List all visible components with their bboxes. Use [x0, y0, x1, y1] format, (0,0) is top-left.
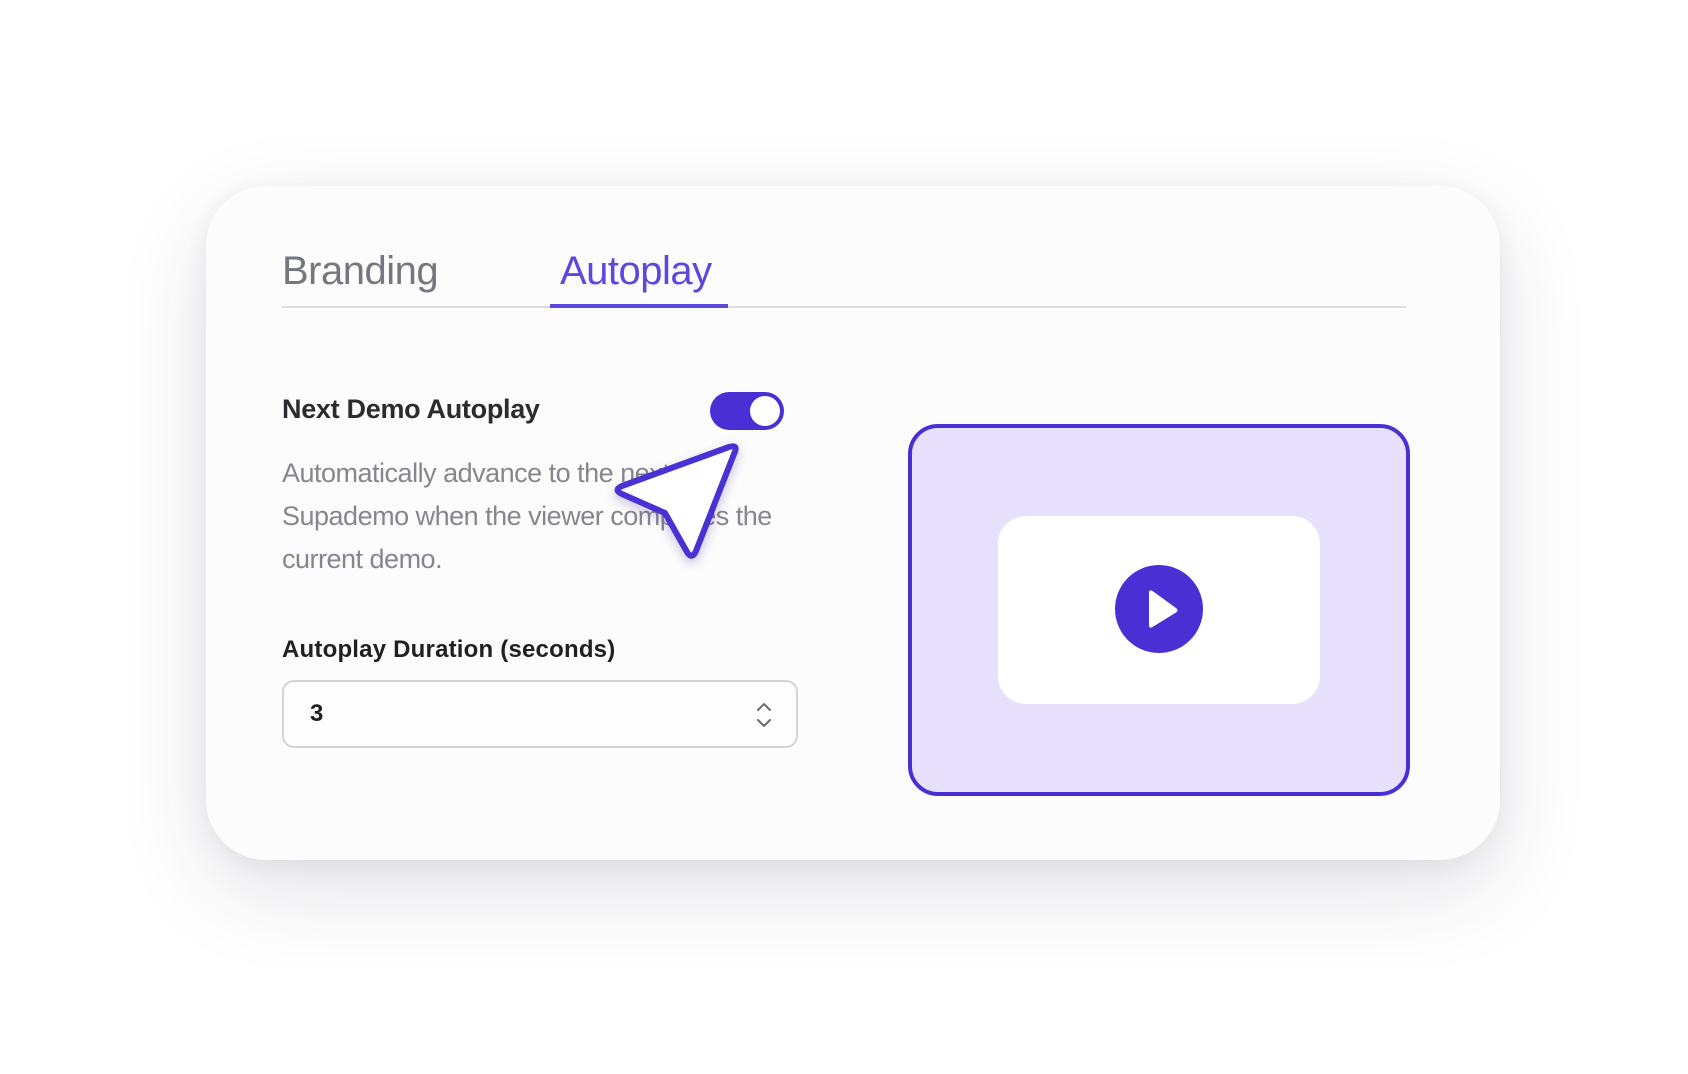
- video-thumbnail: [998, 516, 1320, 704]
- next-demo-autoplay-title: Next Demo Autoplay: [282, 394, 540, 424]
- autoplay-duration-value[interactable]: 3: [310, 700, 323, 728]
- tab-bar: Branding Autoplay: [282, 246, 1406, 308]
- autoplay-duration-label: Autoplay Duration (seconds): [282, 636, 616, 663]
- settings-card: Branding Autoplay Next Demo Autoplay Aut…: [206, 186, 1500, 860]
- play-button[interactable]: [1115, 565, 1203, 653]
- chevron-up-down-icon[interactable]: [754, 700, 774, 730]
- play-icon: [1149, 590, 1178, 628]
- autoplay-duration-input[interactable]: 3: [282, 680, 798, 748]
- tab-autoplay[interactable]: Autoplay: [550, 246, 722, 306]
- pointer-cursor-icon: [614, 443, 739, 559]
- active-tab-indicator: [550, 304, 728, 308]
- tab-branding[interactable]: Branding: [282, 246, 439, 306]
- demo-preview: [908, 424, 1410, 796]
